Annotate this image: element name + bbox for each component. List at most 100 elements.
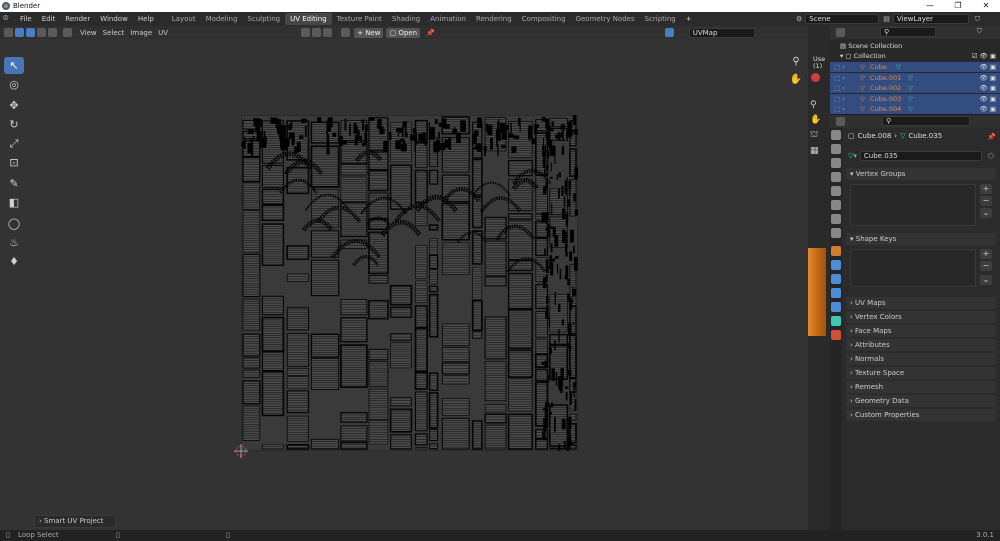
visibility-toggle-icon[interactable]: 👁 ▣: [980, 73, 996, 83]
grid-icon[interactable]: ▦: [810, 146, 821, 156]
outliner-item[interactable]: ⬚ › ▽ Cube.002 ▽ 👁 ▣: [830, 83, 1000, 93]
tab-texture-paint[interactable]: Texture Paint: [332, 13, 387, 25]
uv-island[interactable]: [573, 245, 575, 254]
uv-island[interactable]: [484, 413, 507, 424]
expand-arrow-icon[interactable]: ⬚ ›: [834, 62, 845, 72]
uv-island[interactable]: [497, 144, 499, 156]
tool-relax-icon[interactable]: ♨: [4, 234, 24, 251]
uv-island[interactable]: [414, 391, 428, 432]
uv-island[interactable]: [546, 125, 551, 137]
uv-island[interactable]: [550, 402, 554, 408]
pin-icon[interactable]: 📌: [426, 29, 435, 37]
tool-scale-icon[interactable]: ⤢: [4, 135, 24, 152]
tab-animation[interactable]: Animation: [425, 13, 471, 25]
panel-texture-space[interactable]: › Texture Space: [846, 367, 996, 379]
overlay-icon[interactable]: [664, 28, 674, 37]
uv-island[interactable]: [438, 131, 441, 140]
uv-island[interactable]: [383, 128, 385, 134]
uv-island[interactable]: [383, 140, 389, 152]
uv-island[interactable]: [570, 346, 572, 349]
tab-shading[interactable]: Shading: [387, 13, 425, 25]
tool-grab-icon[interactable]: ◯: [4, 215, 24, 232]
uv-island[interactable]: [567, 279, 571, 286]
tool-rotate-icon[interactable]: ↻: [4, 116, 24, 133]
uv-island[interactable]: [484, 240, 507, 277]
uv-island[interactable]: [294, 146, 298, 154]
uv-island[interactable]: [261, 316, 285, 352]
uv-island[interactable]: [562, 229, 566, 244]
uv-island[interactable]: [545, 228, 548, 231]
uv-island[interactable]: [242, 253, 261, 298]
uv-island[interactable]: [572, 288, 577, 296]
uv-island[interactable]: [551, 258, 555, 262]
uv-island[interactable]: [435, 119, 437, 124]
panel-list-box[interactable]: [850, 184, 976, 226]
uv-island[interactable]: [543, 137, 545, 146]
visibility-toggle-icon[interactable]: 👁 ▣: [980, 104, 996, 114]
tab-compositing[interactable]: Compositing: [517, 13, 571, 25]
tab-geometry-nodes[interactable]: Geometry Nodes: [571, 13, 640, 25]
uv-island[interactable]: [570, 229, 574, 243]
uv-island[interactable]: [471, 420, 483, 450]
expand-arrow-icon[interactable]: ⬚ ›: [834, 104, 845, 114]
outliner-item[interactable]: ⬚ › ▽ Cube.003 ▽ 👁 ▣: [830, 93, 1000, 104]
menu-edit[interactable]: Edit: [37, 15, 61, 23]
uv-island[interactable]: [569, 297, 572, 311]
uv-island[interactable]: [572, 115, 577, 125]
uv-island[interactable]: [448, 137, 452, 150]
uv-island[interactable]: [428, 392, 439, 429]
record-icon[interactable]: [811, 73, 820, 82]
uv-island[interactable]: [368, 192, 389, 219]
tab-scripting[interactable]: Scripting: [640, 13, 681, 25]
uv-island[interactable]: [549, 347, 552, 355]
uv-island[interactable]: [286, 390, 310, 414]
maximize-button[interactable]: ❐: [944, 0, 972, 12]
uv-island[interactable]: [563, 441, 566, 450]
uv-island[interactable]: [569, 251, 573, 261]
tab-rendering[interactable]: Rendering: [471, 13, 517, 25]
uv-island[interactable]: [429, 429, 439, 441]
panel-geometry-data[interactable]: › Geometry Data: [846, 395, 996, 407]
outliner-scene-collection[interactable]: ▤ Scene Collection: [830, 41, 1000, 51]
uv-island[interactable]: [563, 124, 565, 131]
view-layer-icon[interactable]: ▤: [883, 15, 890, 23]
uv-island[interactable]: [554, 235, 559, 247]
add-slot-button[interactable]: +: [980, 249, 992, 259]
uv-island[interactable]: [361, 119, 365, 123]
uv-island[interactable]: [365, 124, 368, 132]
collection-visibility-icons[interactable]: ☑ 👁 ▣: [972, 51, 996, 61]
uv-island[interactable]: [568, 322, 572, 336]
scene-icon[interactable]: ⚙: [796, 15, 802, 23]
uv-island[interactable]: [541, 117, 546, 122]
uv-island[interactable]: [484, 216, 507, 240]
uv-island[interactable]: [548, 316, 550, 327]
uv-island[interactable]: [290, 122, 293, 129]
prop-tab-particles-icon[interactable]: [831, 274, 841, 284]
uv-island[interactable]: [435, 140, 441, 152]
zoom-side-icon[interactable]: ⚲: [810, 100, 821, 110]
uv-island[interactable]: [414, 305, 428, 329]
editor-type-icon[interactable]: [4, 28, 13, 37]
uv-island[interactable]: [477, 143, 482, 152]
uv-island[interactable]: [554, 340, 556, 351]
uv-island[interactable]: [565, 245, 568, 251]
uv-island[interactable]: [552, 227, 556, 237]
uv-island[interactable]: [562, 208, 566, 219]
uv-island[interactable]: [568, 133, 572, 138]
uv-island[interactable]: [573, 129, 578, 135]
prop-tab-tool-icon[interactable]: [831, 130, 841, 140]
uv-island[interactable]: [286, 415, 309, 442]
menu-help[interactable]: Help: [133, 15, 159, 23]
uv-island[interactable]: [547, 150, 550, 159]
mesh-datablock-icon[interactable]: ▽▾: [848, 152, 857, 160]
uv-island[interactable]: [286, 166, 310, 195]
tool-rip-region-icon[interactable]: ◧: [4, 194, 24, 211]
uv-island[interactable]: [544, 168, 546, 177]
panel-list-box[interactable]: [850, 249, 976, 287]
slot-specials-button[interactable]: ⌄: [980, 208, 992, 218]
prop-tab-collection-icon[interactable]: [831, 214, 841, 224]
uv-island[interactable]: [544, 360, 548, 368]
uv-island[interactable]: [256, 119, 262, 127]
uv-island[interactable]: [558, 172, 562, 178]
mesh-data-icon[interactable]: ▽: [908, 83, 913, 93]
